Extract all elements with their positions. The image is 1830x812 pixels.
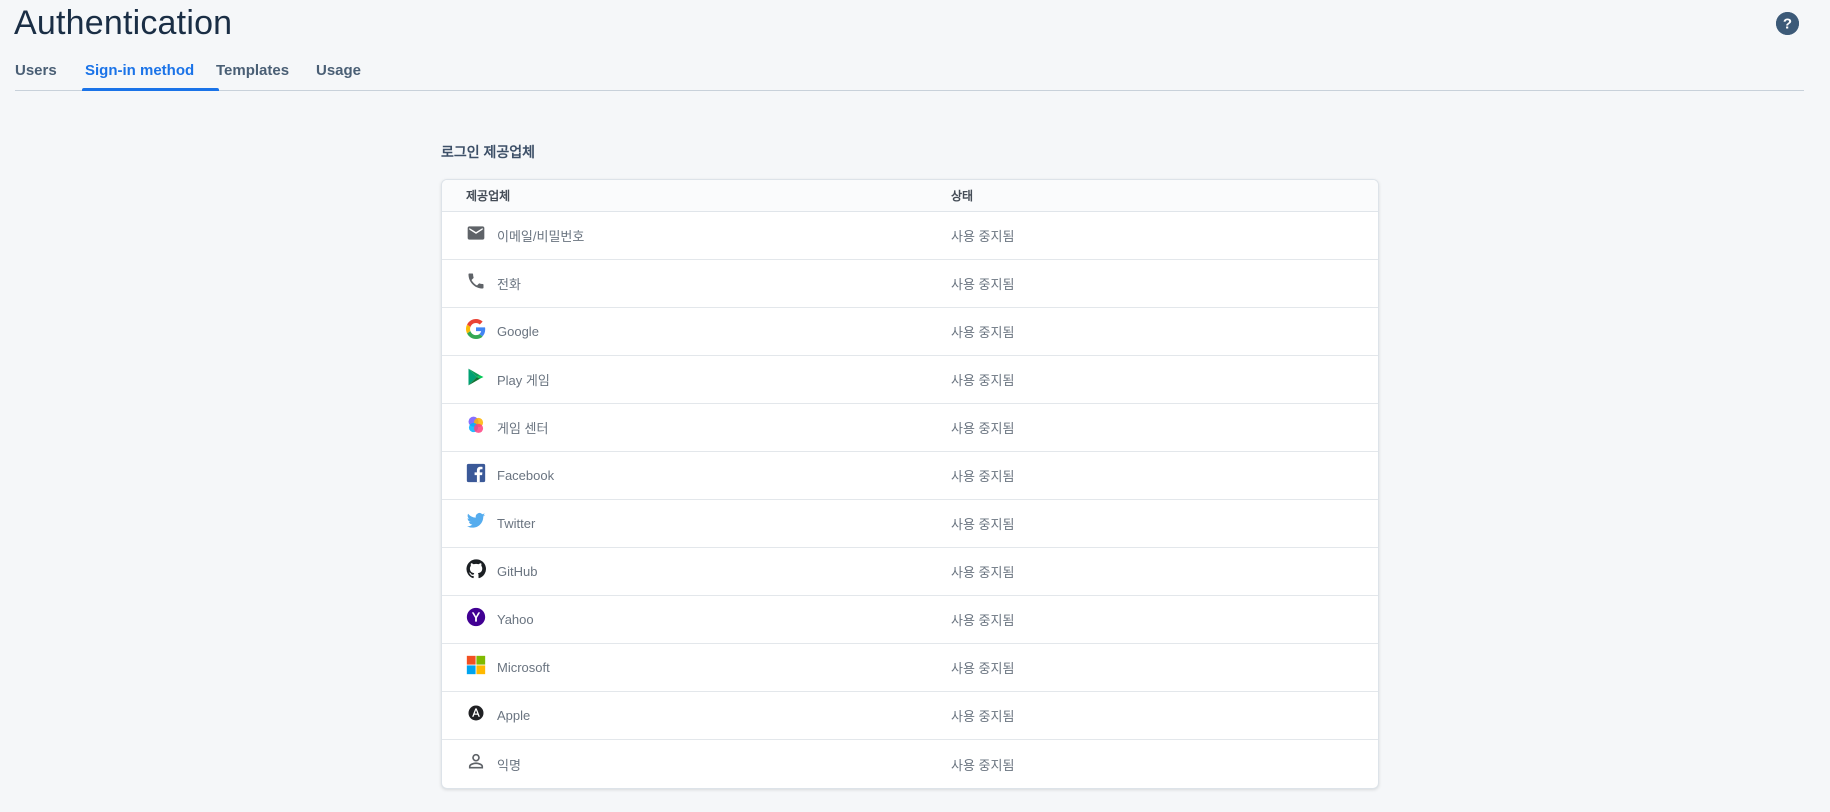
- provider-name: Play 게임: [497, 373, 550, 388]
- provider-name: Yahoo: [497, 612, 534, 627]
- tab-sign-in-method[interactable]: Sign-in method: [82, 60, 219, 91]
- page-title: Authentication: [14, 4, 233, 42]
- status-text: 사용 중지됨: [951, 661, 1015, 676]
- apple-icon: [466, 703, 486, 723]
- play-games-icon: [466, 367, 486, 387]
- provider-row-github[interactable]: GitHub 사용 중지됨: [442, 548, 1378, 596]
- provider-row-facebook[interactable]: Facebook 사용 중지됨: [442, 452, 1378, 500]
- status-text: 사용 중지됨: [951, 325, 1015, 340]
- column-header-provider: 제공업체: [466, 189, 511, 203]
- tab-users[interactable]: Users: [15, 60, 85, 90]
- status-text: 사용 중지됨: [951, 277, 1015, 292]
- provider-name: Google: [497, 324, 539, 339]
- google-icon: [466, 318, 486, 339]
- facebook-icon: [466, 463, 486, 483]
- email-icon: [466, 223, 486, 243]
- provider-name: 이메일/비밀번호: [497, 229, 585, 244]
- status-text: 사용 중지됨: [951, 613, 1015, 628]
- provider-name: 게임 센터: [497, 421, 549, 436]
- phone-icon: [466, 271, 486, 291]
- provider-row-twitter[interactable]: Twitter 사용 중지됨: [442, 500, 1378, 548]
- yahoo-icon: [466, 607, 486, 627]
- twitter-icon: [466, 511, 486, 531]
- status-text: 사용 중지됨: [951, 709, 1015, 724]
- tab-templates[interactable]: Templates: [216, 60, 316, 90]
- provider-row-google[interactable]: Google 사용 중지됨: [442, 308, 1378, 356]
- microsoft-icon: [466, 655, 486, 675]
- provider-row-yahoo[interactable]: Yahoo 사용 중지됨: [442, 596, 1378, 644]
- status-text: 사용 중지됨: [951, 229, 1015, 244]
- tab-usage[interactable]: Usage: [316, 60, 376, 90]
- provider-row-game-center[interactable]: 게임 센터 사용 중지됨: [442, 404, 1378, 452]
- table-header: 제공업체 상태: [442, 180, 1378, 212]
- provider-name: Twitter: [497, 516, 536, 531]
- status-text: 사용 중지됨: [951, 517, 1015, 532]
- provider-row-play-games[interactable]: Play 게임 사용 중지됨: [442, 356, 1378, 404]
- github-icon: [466, 558, 486, 579]
- tab-bar: Users Sign-in method Templates Usage: [15, 60, 1804, 91]
- provider-name: 전화: [497, 277, 521, 292]
- section-title: 로그인 제공업체: [441, 144, 536, 160]
- svg-text:?: ?: [1783, 16, 1792, 33]
- providers-table: 제공업체 상태 이메일/비밀번호 사용 중지됨 전화 사용 중지됨 Google…: [441, 179, 1379, 789]
- provider-row-apple[interactable]: Apple 사용 중지됨: [442, 692, 1378, 740]
- provider-row-email[interactable]: 이메일/비밀번호 사용 중지됨: [442, 212, 1378, 260]
- authentication-page: Authentication ? Users Sign-in method Te…: [0, 0, 1830, 812]
- provider-name: Facebook: [497, 468, 555, 483]
- provider-row-anonymous[interactable]: 익명 사용 중지됨: [442, 740, 1378, 788]
- status-text: 사용 중지됨: [951, 565, 1015, 580]
- status-text: 사용 중지됨: [951, 373, 1015, 388]
- provider-name: GitHub: [497, 564, 538, 579]
- help-button[interactable]: ?: [1776, 12, 1799, 35]
- status-text: 사용 중지됨: [951, 757, 1015, 773]
- status-text: 사용 중지됨: [951, 421, 1015, 436]
- column-header-status: 상태: [951, 189, 974, 203]
- anonymous-icon: [466, 751, 486, 771]
- provider-name: 익명: [497, 757, 521, 773]
- status-text: 사용 중지됨: [951, 469, 1015, 484]
- provider-row-microsoft[interactable]: Microsoft 사용 중지됨: [442, 644, 1378, 692]
- game-center-icon: [466, 415, 486, 435]
- provider-row-phone[interactable]: 전화 사용 중지됨: [442, 260, 1378, 308]
- provider-name: Microsoft: [497, 660, 550, 675]
- provider-name: Apple: [497, 708, 531, 723]
- help-icon: ?: [1776, 12, 1799, 35]
